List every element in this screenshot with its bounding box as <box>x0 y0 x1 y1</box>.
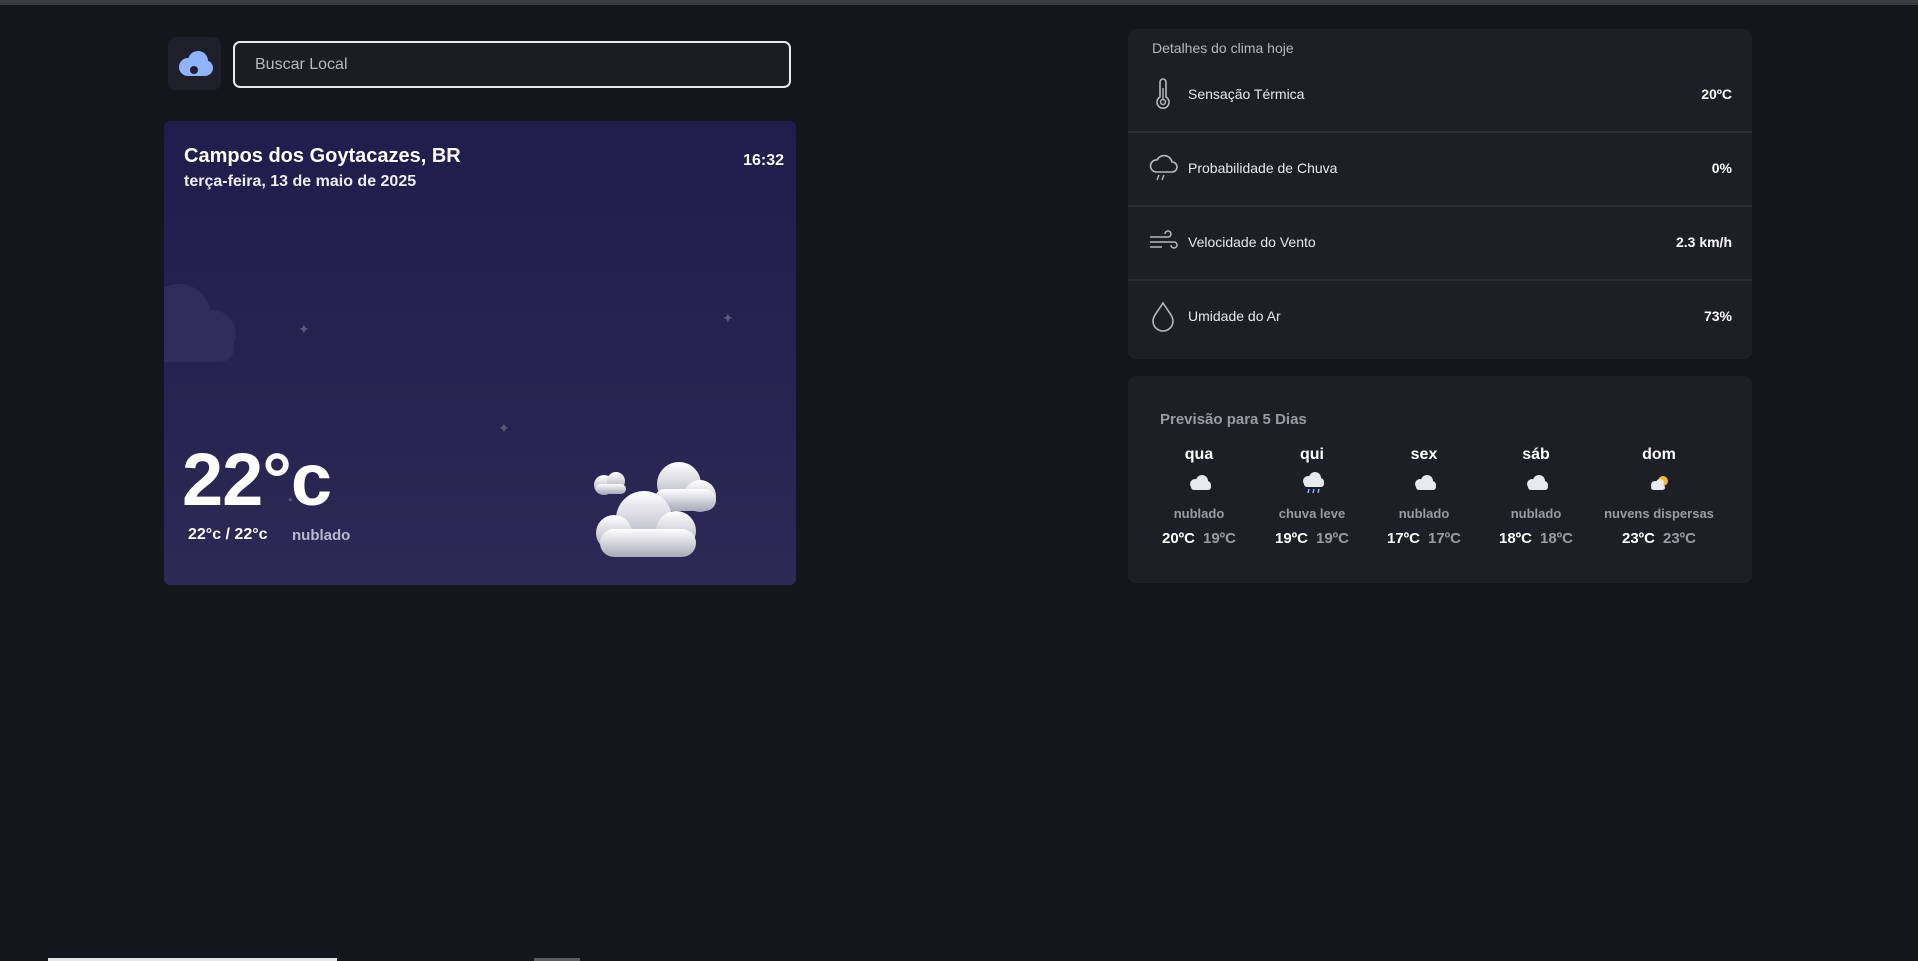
forecast-max-temp: 23ºC <box>1622 530 1655 547</box>
cloudy-icon <box>1527 475 1548 490</box>
forecast-day-description: chuva leve <box>1278 506 1346 521</box>
forecast-min-temp: 19ºC <box>1316 530 1349 547</box>
rain-chance-label: Probabilidade de Chuva <box>1188 160 1338 176</box>
cloudy-icon <box>1190 475 1211 490</box>
rain-cloud-icon <box>1149 154 1178 181</box>
forecast-day-name: sex <box>1410 446 1438 463</box>
star-sparkle-icon: ✦ <box>722 310 734 326</box>
forecast-day: sex nublado 17ºC 17ºC <box>1359 446 1489 547</box>
droplet-icon <box>1152 301 1174 332</box>
search-input[interactable] <box>233 41 791 88</box>
humidity-label: Umidade do Ar <box>1188 308 1281 324</box>
detail-row-rain-chance: Probabilidade de Chuva 0% <box>1128 132 1752 207</box>
forecast-max-temp: 19ºC <box>1275 530 1308 547</box>
cloud-logo-icon <box>178 50 213 76</box>
window-top-border <box>0 0 1918 5</box>
current-weather-card: Campos dos Goytacazes, BR terça-feira, 1… <box>164 121 796 585</box>
min-max-temperature: 22°c / 22°c <box>188 526 268 543</box>
wind-speed-value: 2.3 km/h <box>1675 234 1732 250</box>
forecast-day: sáb nublado 18ºC 18ºC <box>1471 446 1601 547</box>
wind-icon <box>1150 230 1178 249</box>
forecast-max-temp: 17ºC <box>1387 530 1420 547</box>
light-rain-icon <box>1303 472 1324 494</box>
forecast-max-temp: 18ºC <box>1499 530 1532 547</box>
forecast-min-temp: 17ºC <box>1428 530 1461 547</box>
forecast-day: qua nublado 20ºC 19ºC <box>1134 446 1264 547</box>
forecast-day: dom nuvens dispersas 23ºC 23ºC <box>1594 446 1724 547</box>
five-day-forecast-panel: Previsão para 5 Dias qua nublado 20ºC 19º… <box>1128 376 1752 583</box>
wind-speed-label: Velocidade do Vento <box>1188 234 1316 250</box>
app-logo[interactable] <box>168 37 221 90</box>
cloudy-icon <box>1415 475 1436 490</box>
background-cloud-icon <box>164 284 236 362</box>
feels-like-value: 20ºC <box>1701 86 1732 102</box>
detail-row-humidity: Umidade do Ar 73% <box>1128 280 1752 353</box>
star-sparkle-icon: ✦ <box>298 321 310 337</box>
weather-condition: nublado <box>292 527 351 544</box>
forecast-day: qui chuva leve 19ºC 19ºC <box>1247 446 1377 547</box>
current-temperature: 22°c <box>182 438 332 521</box>
forecast-day-description: nublado <box>1510 506 1562 521</box>
forecast-min-temp: 19ºC <box>1203 530 1236 547</box>
detail-row-feels-like: Sensação Térmica 20ºC <box>1128 58 1752 133</box>
forecast-day-name: dom <box>1642 446 1676 463</box>
thermometer-icon <box>1156 78 1170 109</box>
current-time: 16:32 <box>743 152 784 169</box>
cloudy-weather-icon <box>594 462 716 557</box>
details-heading: Detalhes do clima hoje <box>1152 40 1294 56</box>
forecast-day-name: qua <box>1184 446 1214 463</box>
forecast-day-description: nuvens dispersas <box>1604 506 1714 521</box>
forecast-max-temp: 20ºC <box>1162 530 1195 547</box>
forecast-day-name: sáb <box>1522 446 1550 463</box>
city-name: Campos dos Goytacazes, BR <box>184 145 461 167</box>
humidity-value: 73% <box>1703 308 1732 324</box>
forecast-day-description: nublado <box>1173 506 1225 521</box>
forecast-min-temp: 18ºC <box>1540 530 1573 547</box>
detail-row-wind-speed: Velocidade do Vento 2.3 km/h <box>1128 206 1752 281</box>
forecast-heading: Previsão para 5 Dias <box>1160 411 1307 428</box>
partly-cloudy-icon <box>1651 476 1668 490</box>
rain-chance-value: 0% <box>1711 160 1732 176</box>
forecast-min-temp: 23ºC <box>1663 530 1696 547</box>
today-details-panel: Detalhes do clima hoje Sensação Térmica … <box>1128 29 1752 359</box>
star-sparkle-icon: ✦ <box>498 420 510 436</box>
forecast-day-name: qui <box>1300 446 1324 463</box>
forecast-day-description: nublado <box>1398 506 1450 521</box>
current-date: terça-feira, 13 de maio de 2025 <box>184 173 417 190</box>
feels-like-label: Sensação Térmica <box>1188 86 1305 102</box>
